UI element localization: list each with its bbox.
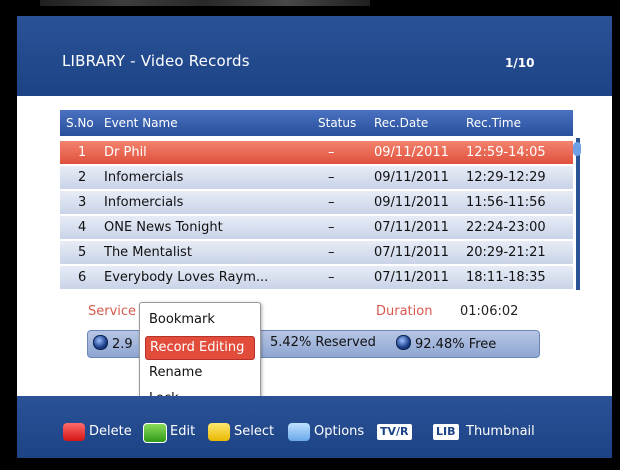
col-rec-date: Rec.Date (374, 116, 429, 130)
thumbnail-label[interactable]: Thumbnail (466, 424, 535, 442)
lib-key-icon[interactable]: LIB (433, 424, 459, 440)
row-number: 5 (78, 245, 87, 260)
table-row[interactable]: 6 Everybody Loves Raym... – 07/11/2011 1… (60, 266, 573, 290)
table-row[interactable]: 3 Infomercials – 09/11/2011 11:56-11:56 (60, 191, 573, 215)
row-time: 22:24-23:00 (466, 220, 546, 235)
red-key-icon[interactable] (63, 423, 85, 441)
disk-free-icon (396, 335, 411, 350)
row-date: 09/11/2011 (374, 145, 449, 160)
service-label: Service (88, 304, 137, 319)
row-time: 11:56-11:56 (466, 195, 546, 210)
row-date: 07/11/2011 (374, 270, 449, 285)
menu-item-bookmark[interactable]: Bookmark (149, 312, 215, 327)
row-event-name: Everybody Loves Raym... (104, 270, 269, 285)
page-indicator: 1/10 (505, 56, 535, 70)
tvr-key-icon[interactable]: TV/R (377, 424, 412, 440)
col-rec-time: Rec.Time (466, 116, 521, 130)
row-number: 3 (78, 195, 87, 210)
row-date: 07/11/2011 (374, 220, 449, 235)
disk-free: 92.48% Free (396, 335, 496, 352)
table-row[interactable]: 2 Infomercials – 09/11/2011 12:29-12:29 (60, 166, 573, 190)
row-event-name: Dr Phil (104, 145, 147, 160)
edit-label[interactable]: Edit (170, 424, 195, 442)
col-event-name: Event Name (104, 116, 178, 130)
scrollbar-thumb[interactable] (573, 142, 581, 156)
options-label[interactable]: Options (314, 424, 364, 442)
duration-value: 01:06:02 (460, 304, 519, 319)
row-time: 20:29-21:21 (466, 245, 546, 260)
row-event-name: ONE News Tonight (104, 220, 223, 235)
row-event-name: The Mentalist (104, 245, 192, 260)
disk-used: 2.9 (93, 335, 133, 352)
yellow-key-icon[interactable] (208, 423, 230, 441)
row-status: – (328, 195, 335, 210)
row-number: 4 (78, 220, 87, 235)
top-strip (0, 0, 620, 16)
row-status: – (328, 145, 335, 160)
menu-item-record-editing[interactable]: Record Editing (145, 336, 255, 360)
row-number: 2 (78, 170, 87, 185)
row-status: – (328, 245, 335, 260)
table-scrollbar[interactable] (573, 138, 581, 290)
page-title: LIBRARY - Video Records (62, 52, 250, 70)
row-date: 09/11/2011 (374, 195, 449, 210)
table-header: S.No Event Name Status Rec.Date Rec.Time (60, 110, 573, 136)
delete-label[interactable]: Delete (89, 424, 132, 442)
row-event-name: Infomercials (104, 170, 184, 185)
disk-used-icon (93, 335, 108, 350)
screen: LIBRARY - Video Records 1/10 S.No Event … (0, 0, 620, 470)
blue-key-icon[interactable] (288, 423, 310, 441)
row-time: 12:59-14:05 (466, 145, 546, 160)
col-status: Status (318, 116, 357, 130)
green-key-icon[interactable] (143, 423, 167, 443)
select-label[interactable]: Select (234, 424, 274, 442)
table-row[interactable]: 5 The Mentalist – 07/11/2011 20:29-21:21 (60, 241, 573, 265)
row-number: 6 (78, 270, 87, 285)
row-status: – (328, 270, 335, 285)
row-status: – (328, 220, 335, 235)
row-date: 07/11/2011 (374, 245, 449, 260)
row-time: 12:29-12:29 (466, 170, 546, 185)
disk-reserved: 5.42% Reserved (270, 335, 376, 350)
row-status: – (328, 170, 335, 185)
table-row[interactable]: 4 ONE News Tonight – 07/11/2011 22:24-23… (60, 216, 573, 240)
row-event-name: Infomercials (104, 195, 184, 210)
row-number: 1 (78, 145, 87, 160)
row-date: 09/11/2011 (374, 170, 449, 185)
col-sno: S.No (66, 116, 94, 130)
row-time: 18:11-18:35 (466, 270, 546, 285)
menu-item-rename[interactable]: Rename (149, 365, 202, 380)
duration-label: Duration (376, 304, 433, 319)
table-row[interactable]: 1 Dr Phil – 09/11/2011 12:59-14:05 (60, 141, 573, 165)
